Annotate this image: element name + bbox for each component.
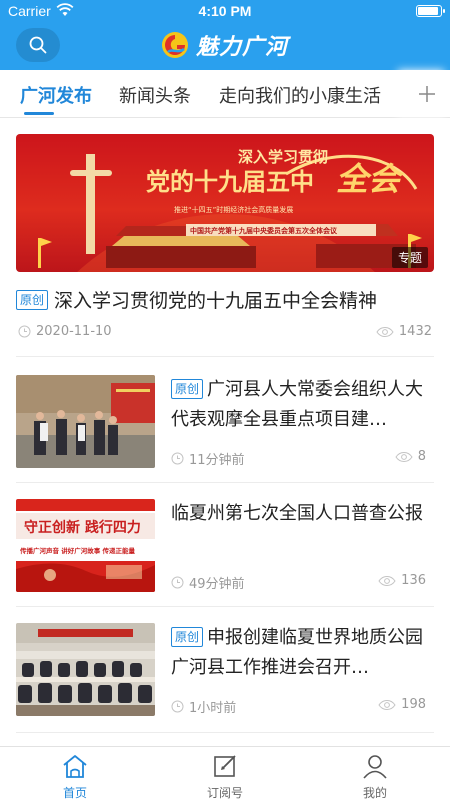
add-channel-button[interactable] <box>404 70 450 117</box>
article-time-meta: 1小时前 <box>171 697 236 716</box>
eye-icon <box>378 699 396 710</box>
banner-caption: 中国共产党第十九届中央委员会第五次全体会议 <box>190 226 338 235</box>
divider <box>16 606 434 607</box>
thumb-subslogan: 传播广河声音 讲好广河故事 传递正能量 <box>19 546 136 555</box>
article-title-text: 临夏州第七次全国人口普查公报 <box>171 503 423 524</box>
eye-icon <box>376 326 394 337</box>
banner-line1: 深入学习贯彻 <box>238 148 328 166</box>
article-title: 临夏州第七次全国人口普查公报 <box>171 499 433 529</box>
battery-icon <box>416 5 445 17</box>
tab-headlines[interactable]: 新闻头条 <box>119 82 191 108</box>
user-icon <box>363 755 387 779</box>
article-time-meta: 11分钟前 <box>171 449 245 468</box>
article-time: 1小时前 <box>189 701 237 716</box>
search-button[interactable] <box>16 28 60 62</box>
thumb-slogan: 守正创新 践行四力 <box>24 519 141 536</box>
article-views: 8 <box>417 449 426 464</box>
featured-views: 1432 <box>398 324 432 339</box>
article-time: 11分钟前 <box>189 453 245 468</box>
channel-tabs: 广河发布 新闻头条 走向我们的小康生活 <box>0 70 450 118</box>
article-title-text: 广河县人大常委会组织人大代表观摩全县重点项目建… <box>171 379 424 430</box>
article-title: 原创 广河县人大常委会组织人大代表观摩全县重点项目建… <box>171 375 433 435</box>
article-views: 198 <box>401 697 426 712</box>
article-thumbnail: 守正创新 践行四力 传播广河声音 讲好广河故事 传递正能量 <box>16 499 155 592</box>
clock-icon <box>171 700 184 713</box>
banner-line3: 全会 <box>336 160 404 198</box>
list-item[interactable]: 原创 广河县人大常委会组织人大代表观摩全县重点项目建… 11分钟前 8 <box>16 375 434 475</box>
brand: 魅力广河 <box>160 30 288 60</box>
bottom-tab-label: 订阅号 <box>206 786 243 800</box>
banner-line2: 党的十九届五中 <box>146 168 314 196</box>
topic-tag: 专题 <box>391 247 428 268</box>
home-icon <box>63 755 87 778</box>
divider <box>16 732 434 733</box>
bottom-tab-profile[interactable]: 我的 <box>335 753 415 800</box>
eye-icon <box>378 575 396 586</box>
featured-title-row: 原创 深入学习贯彻党的十九届五中全会精神 <box>16 286 434 313</box>
clock-icon <box>171 452 184 465</box>
list-item[interactable]: 原创 申报创建临夏世界地质公园广河县工作推进会召开… 1小时前 198 <box>16 623 434 723</box>
brand-logo <box>162 32 188 58</box>
search-icon <box>29 36 47 54</box>
featured-date-meta: 2020-11-10 <box>18 324 112 339</box>
article-time-meta: 49分钟前 <box>171 573 245 592</box>
tab-moderate-prosperity[interactable]: 走向我们的小康生活 <box>219 82 381 108</box>
banner-subtitle: 推进“十四五”时期经济社会高质量发展 <box>174 205 293 214</box>
featured-date: 2020-11-10 <box>36 324 112 339</box>
original-badge: 原创 <box>16 289 49 310</box>
featured-article[interactable]: 深入学习贯彻 党的十九届五中 全会 推进“十四五”时期经济社会高质量发展 中国共… <box>16 134 434 339</box>
tab-guanghe-release[interactable]: 广河发布 <box>20 82 92 108</box>
article-thumbnail <box>16 623 155 716</box>
featured-title: 深入学习贯彻党的十九届五中全会精神 <box>54 290 378 312</box>
original-badge: 原创 <box>171 379 204 399</box>
article-title-text: 申报创建临夏世界地质公园广河县工作推进会召开… <box>171 627 424 678</box>
article-views: 136 <box>401 573 426 588</box>
bottom-tab-label: 首页 <box>62 786 87 800</box>
article-views-meta: 198 <box>378 697 426 712</box>
featured-banner: 深入学习贯彻 党的十九届五中 全会 推进“十四五”时期经济社会高质量发展 中国共… <box>16 134 434 272</box>
bottom-tab-subscriptions[interactable]: 订阅号 <box>185 753 265 800</box>
top-nav-bar: Carrier 4:10 PM 魅力广河 <box>0 0 450 70</box>
status-bar: Carrier 4:10 PM <box>0 0 450 22</box>
bottom-tab-home[interactable]: 首页 <box>35 753 115 800</box>
brand-name: 魅力广河 <box>196 35 289 60</box>
divider <box>16 482 434 483</box>
edit-icon <box>214 755 236 777</box>
clock-icon <box>18 325 31 338</box>
article-title: 原创 申报创建临夏世界地质公园广河县工作推进会召开… <box>171 623 433 683</box>
bottom-tab-label: 我的 <box>362 786 387 800</box>
list-item[interactable]: 守正创新 践行四力 传播广河声音 讲好广河故事 传递正能量 临夏州第七次全国人口… <box>16 499 434 599</box>
article-views-meta: 136 <box>378 573 426 588</box>
article-views-meta: 8 <box>395 449 426 464</box>
plus-icon <box>419 85 435 102</box>
original-badge: 原创 <box>171 627 204 647</box>
divider <box>16 356 434 357</box>
eye-icon <box>395 451 413 462</box>
clock-icon <box>171 576 184 589</box>
article-thumbnail <box>16 375 155 468</box>
status-time: 4:10 PM <box>198 3 252 19</box>
active-tab-indicator <box>24 112 54 115</box>
bottom-tab-bar: 首页 订阅号 我的 <box>0 746 450 800</box>
article-time: 49分钟前 <box>189 577 245 592</box>
featured-views-meta: 1432 <box>376 324 432 339</box>
